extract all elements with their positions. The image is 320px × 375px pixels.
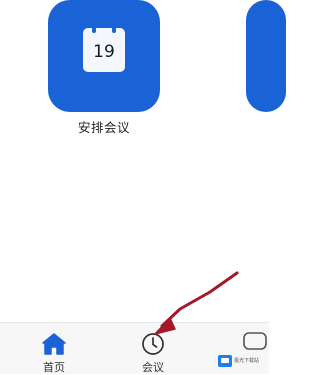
watermark-logo: 极光下载站: [218, 352, 266, 370]
watermark-text: 极光下载站: [234, 358, 260, 364]
arrow-annotation: [154, 271, 239, 335]
watermark-icon: [218, 355, 232, 367]
